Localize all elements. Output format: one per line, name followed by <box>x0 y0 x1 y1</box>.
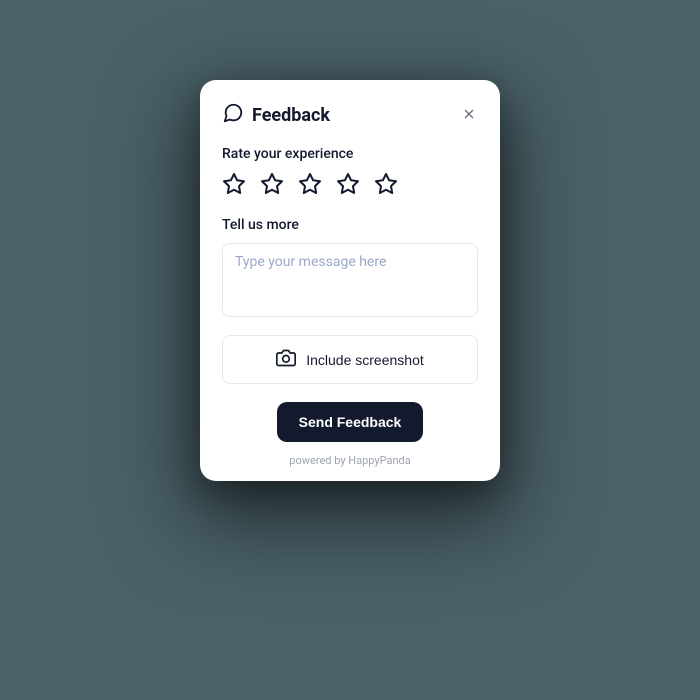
close-icon <box>462 107 476 124</box>
send-feedback-button[interactable]: Send Feedback <box>277 402 424 442</box>
widget-title: Feedback <box>252 105 330 126</box>
chat-icon <box>222 102 244 128</box>
camera-icon <box>276 348 296 371</box>
screenshot-label: Include screenshot <box>306 352 424 368</box>
star-icon <box>260 172 284 199</box>
star-rating <box>222 172 478 199</box>
message-label: Tell us more <box>222 217 478 233</box>
screenshot-button[interactable]: Include screenshot <box>222 335 478 384</box>
widget-header: Feedback <box>222 102 478 128</box>
star-4[interactable] <box>336 172 360 199</box>
powered-by: powered by HappyPanda <box>222 454 478 467</box>
header-title-group: Feedback <box>222 102 330 128</box>
star-1[interactable] <box>222 172 246 199</box>
star-3[interactable] <box>298 172 322 199</box>
rating-label: Rate your experience <box>222 146 478 162</box>
star-icon <box>222 172 246 199</box>
star-2[interactable] <box>260 172 284 199</box>
star-5[interactable] <box>374 172 398 199</box>
close-button[interactable] <box>460 105 478 126</box>
star-icon <box>298 172 322 199</box>
star-icon <box>374 172 398 199</box>
star-icon <box>336 172 360 199</box>
feedback-widget: Feedback Rate your experience <box>200 80 500 481</box>
message-input[interactable] <box>222 243 478 317</box>
